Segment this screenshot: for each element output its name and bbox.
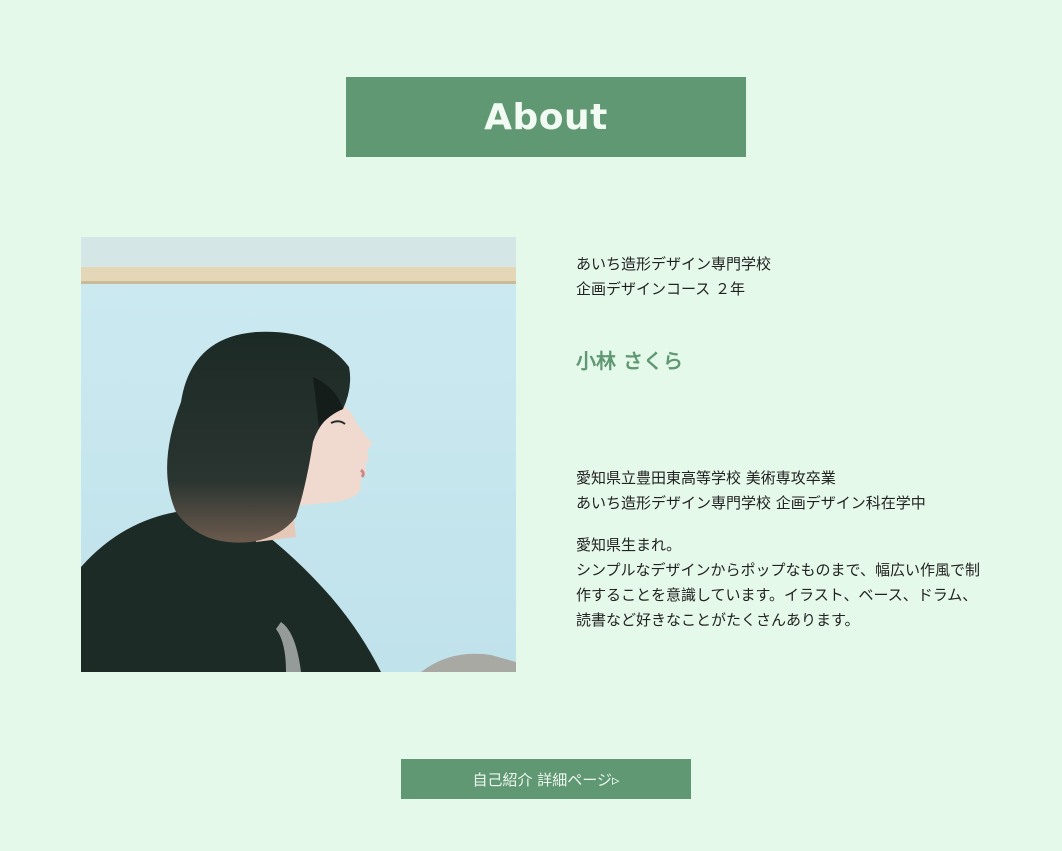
bio-line: シンプルなデザインからポップなものまで、幅広い作風で制 <box>576 561 980 579</box>
education-line: 愛知県立豊田東高等学校 美術専攻卒業 <box>576 469 836 487</box>
about-heading: About <box>346 77 746 157</box>
school-name: あいち造形デザイン専門学校 <box>576 255 772 273</box>
profile-name: 小林 さくら <box>576 349 683 373</box>
bio-line: 作することを意識しています。イラスト、ベース、ドラム、 <box>576 586 978 604</box>
bio-line: 読書など好きなことがたくさんあります。 <box>576 611 860 629</box>
about-heading-text: About <box>484 96 608 138</box>
profile-photo <box>81 237 516 672</box>
education-line: あいち造形デザイン専門学校 企画デザイン科在学中 <box>576 494 926 512</box>
course-name: 企画デザインコース ２年 <box>576 280 746 298</box>
profile-detail-button-label: 自己紹介 詳細ページ▹ <box>472 770 620 789</box>
bio-line: 愛知県生まれ。 <box>576 536 682 554</box>
profile-detail-button[interactable]: 自己紹介 詳細ページ▹ <box>401 759 691 799</box>
